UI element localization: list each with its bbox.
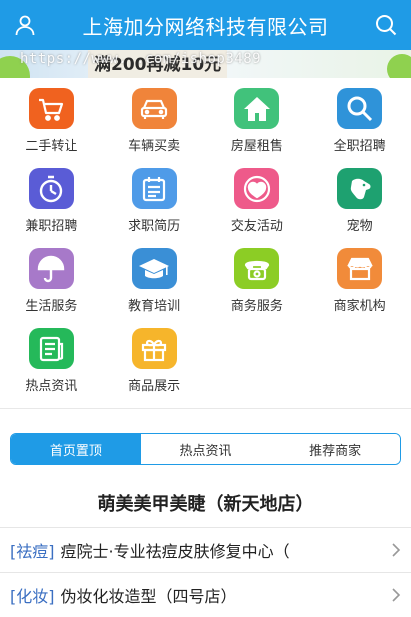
listing-list: [祛痘] 痘院士·专业祛痘皮肤修复中心（ [化妆] 伪妆化妆造型（四号店） <box>0 527 411 617</box>
category-label: 教育培训 <box>128 299 181 314</box>
calendar-list-icon <box>131 168 177 209</box>
category-item[interactable]: 热点资讯 <box>0 322 103 394</box>
category-item[interactable]: 教育培训 <box>103 242 206 314</box>
category-label: 宠物 <box>346 219 373 234</box>
category-grid: 二手转让 车辆买卖 房屋租售 全职招聘 兼职招聘 求职简历 交友活动 宠物 生活… <box>0 82 411 394</box>
category-label: 二手转让 <box>25 139 78 154</box>
category-item[interactable]: 求职简历 <box>103 162 206 234</box>
category-label: 生活服务 <box>25 299 78 314</box>
user-icon <box>15 15 35 36</box>
category-label: 车辆买卖 <box>128 139 181 154</box>
list-item[interactable]: [化妆] 伪妆化妆造型（四号店） <box>0 572 411 617</box>
banner-decoration <box>387 54 411 78</box>
category-label: 求职简历 <box>128 219 181 234</box>
category-label: 房屋租售 <box>230 139 283 154</box>
category-item[interactable]: 兼职招聘 <box>0 162 103 234</box>
listing-tag: [化妆] <box>10 587 55 606</box>
list-item[interactable]: [祛痘] 痘院士·专业祛痘皮肤修复中心（ <box>0 527 411 572</box>
promo-banner[interactable]: 满200再减10元 https://www. .com/ishop3489 <box>0 50 411 78</box>
category-label: 热点资讯 <box>25 379 78 394</box>
category-item[interactable]: 交友活动 <box>206 162 309 234</box>
chevron-right-icon <box>392 588 401 602</box>
category-label: 商务服务 <box>230 299 283 314</box>
category-item[interactable]: 宠物 <box>308 162 411 234</box>
graduation-cap-icon <box>131 248 177 289</box>
search-button[interactable] <box>373 12 399 38</box>
telephone-icon <box>234 248 280 289</box>
app-header: 上海加分网络科技有限公司 <box>0 0 411 50</box>
category-item[interactable]: 二手转让 <box>0 82 103 154</box>
category-item[interactable]: 车辆买卖 <box>103 82 206 154</box>
content-tabs: 首页置顶 热点资讯 推荐商家 <box>10 433 401 465</box>
category-label: 商家机构 <box>333 299 386 314</box>
gift-icon <box>131 328 177 369</box>
tab-recommended-merchants[interactable]: 推荐商家 <box>270 434 400 464</box>
tab-hot-news[interactable]: 热点资讯 <box>140 434 271 464</box>
category-label: 兼职招聘 <box>25 219 78 234</box>
banner-watermark: https://www. .com/ishop3489 <box>20 51 262 67</box>
shopping-cart-icon <box>28 88 74 129</box>
magnifier-icon <box>337 88 383 129</box>
chevron-right-icon <box>392 543 401 557</box>
storefront-icon <box>337 248 383 289</box>
news-icon <box>28 328 74 369</box>
listing-title: 伪妆化妆造型（四号店） <box>60 587 237 606</box>
category-item[interactable]: 商务服务 <box>206 242 309 314</box>
tab-top-posts[interactable]: 首页置顶 <box>11 434 141 464</box>
category-item[interactable]: 商家机构 <box>308 242 411 314</box>
listing-title: 痘院士·专业祛痘皮肤修复中心（ <box>60 542 290 561</box>
house-icon <box>234 88 280 129</box>
category-label: 交友活动 <box>230 219 283 234</box>
stopwatch-icon <box>28 168 74 209</box>
category-item[interactable]: 房屋租售 <box>206 82 309 154</box>
listing-tag: [祛痘] <box>10 542 55 561</box>
category-item[interactable]: 商品展示 <box>103 322 206 394</box>
car-icon <box>131 88 177 129</box>
heart-people-icon <box>234 168 280 209</box>
category-label: 商品展示 <box>128 379 181 394</box>
category-label: 全职招聘 <box>333 139 386 154</box>
section-divider <box>0 408 411 409</box>
search-icon <box>376 15 397 36</box>
category-item[interactable]: 全职招聘 <box>308 82 411 154</box>
featured-store-title[interactable]: 萌美美甲美睫（新天地店） <box>0 490 411 516</box>
dog-icon <box>337 168 383 209</box>
category-item[interactable]: 生活服务 <box>0 242 103 314</box>
page-title: 上海加分网络科技有限公司 <box>82 14 329 39</box>
umbrella-icon <box>28 248 74 289</box>
user-button[interactable] <box>12 12 38 38</box>
